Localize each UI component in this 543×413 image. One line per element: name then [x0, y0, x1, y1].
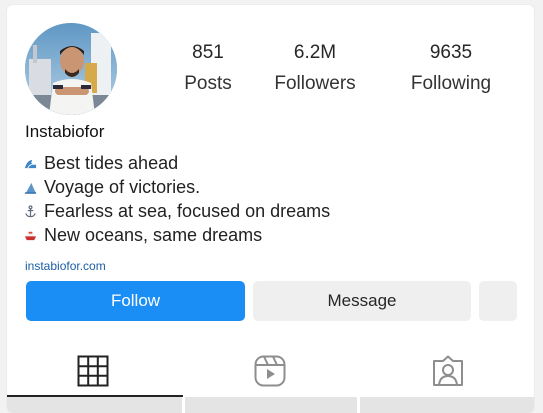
grid-thumbnail[interactable] [185, 397, 357, 413]
bio-text: Voyage of victories. [44, 177, 201, 197]
profile-website-link[interactable]: instabiofor.com [25, 259, 106, 273]
tab-tagged[interactable] [432, 355, 464, 387]
bio-line: Voyage of victories. [23, 175, 330, 199]
bio-text: Best tides ahead [44, 153, 179, 173]
avatar[interactable] [25, 23, 117, 115]
posts-label: Posts [184, 73, 232, 94]
reels-icon [254, 355, 286, 387]
anchor-emoji-icon [23, 204, 37, 218]
followers-label: Followers [274, 73, 356, 94]
grid-icon [77, 355, 109, 387]
more-options-button[interactable] [479, 281, 517, 321]
bio-line: Fearless at sea, focused on dreams [23, 199, 330, 223]
shark-fin-emoji-icon [23, 180, 37, 194]
ship-emoji-icon [23, 228, 37, 242]
followers-count: 6.2M [293, 42, 337, 63]
bio-line: New oceans, same dreams [23, 223, 330, 247]
tab-posts-grid[interactable] [77, 355, 109, 387]
grid-thumbnail[interactable] [7, 397, 182, 413]
follow-button[interactable]: Follow [26, 281, 245, 321]
stat-following[interactable]: 9635 Following [401, 42, 501, 95]
wave-emoji-icon [23, 156, 37, 170]
grid-thumbnail[interactable] [360, 397, 534, 413]
profile-bio: Best tides ahead Voyage of victories. Fe… [23, 151, 330, 247]
stat-followers[interactable]: 6.2M Followers [265, 42, 365, 95]
bio-text: Fearless at sea, focused on dreams [44, 201, 331, 221]
following-label: Following [410, 73, 492, 94]
following-count: 9635 [429, 42, 473, 63]
stat-posts[interactable]: 851 Posts [172, 42, 244, 95]
bio-line: Best tides ahead [23, 151, 330, 175]
profile-photo [25, 23, 117, 115]
posts-count: 851 [192, 42, 224, 63]
profile-username: Instabiofor [25, 122, 105, 141]
tab-reels[interactable] [254, 355, 286, 387]
message-button[interactable]: Message [253, 281, 471, 321]
tagged-icon [433, 355, 463, 386]
profile-card: 851 Posts 6.2M Followers 9635 Following … [7, 5, 534, 413]
bio-text: New oceans, same dreams [44, 225, 263, 245]
